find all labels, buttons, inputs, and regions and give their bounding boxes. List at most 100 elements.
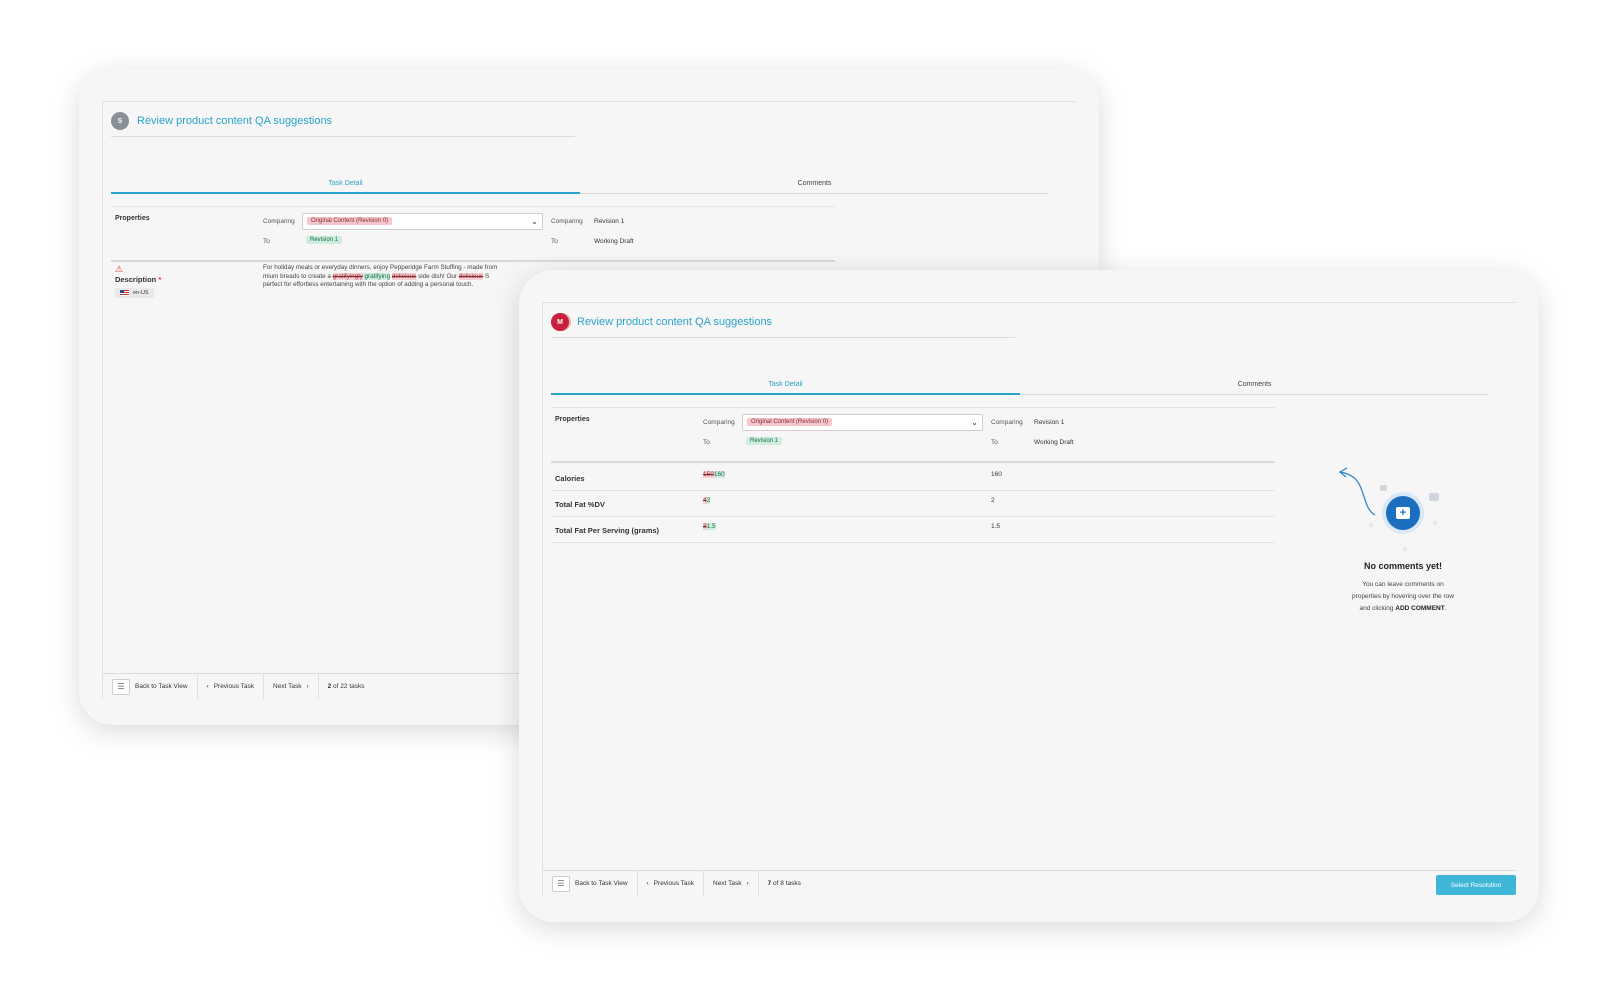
diff-text: S — [483, 272, 490, 280]
empty-title: No comments yet! — [1363, 561, 1443, 571]
previous-task-button[interactable]: ‹ Previous Task — [638, 871, 705, 896]
diff-added: 2 — [706, 497, 711, 504]
chevron-left-icon: ‹ — [206, 683, 209, 690]
compare-to-value: Revision 1 — [746, 437, 783, 445]
diff-text: side dish! Our — [416, 272, 459, 280]
properties-label: Properties — [115, 215, 150, 222]
table-row[interactable]: Total Fat Per Serving (grams) 31.5 1.5 — [551, 517, 1275, 543]
tab-comments[interactable]: Comments — [1020, 381, 1489, 388]
list-icon: ☰ — [552, 875, 570, 892]
task-panel: M Review product content QA suggestions … — [542, 303, 1516, 896]
previous-label: Previous Task — [653, 880, 695, 887]
chevron-down-icon: ⌄ — [971, 418, 978, 427]
right-to-value: Working Draft — [594, 238, 634, 245]
divider — [551, 407, 1275, 408]
property-current: 160 — [991, 471, 1002, 478]
comparing-label: Comparing — [703, 419, 735, 426]
page-title: Review product content QA suggestions — [577, 316, 773, 328]
diff-removed: delicious — [458, 272, 484, 280]
properties-label: Properties — [555, 416, 590, 423]
diff-text: mium breads to create a — [263, 272, 333, 280]
decor-dot — [1433, 521, 1437, 525]
previous-task-button[interactable]: ‹ Previous Task — [198, 674, 265, 699]
empty-line: and clicking ADD COMMENT. — [1333, 603, 1473, 615]
right-to-label: To — [991, 439, 998, 446]
back-label: Back to Task View — [575, 880, 628, 887]
task-count-rest: of 22 tasks — [331, 683, 365, 690]
back-label: Back to Task View — [135, 683, 188, 690]
properties-header: Properties Comparing Original Content (R… — [551, 407, 1275, 463]
task-footer: ☰ Back to Task View ‹ Previous Task Next… — [543, 870, 1516, 896]
properties-header: Properties Comparing Original Content (R… — [111, 206, 835, 262]
description-label-text: Description — [115, 275, 157, 284]
diff-line: perfect for effortless entertaining with… — [263, 281, 474, 288]
back-to-task-view-button[interactable]: ☰ Back to Task View — [543, 871, 638, 896]
property-diff: 31.5 — [703, 523, 716, 530]
compare-from-select[interactable]: Original Content (Revision 0) ⌄ — [742, 414, 983, 431]
diff-added: 160 — [713, 471, 725, 478]
tab-bar: Task Detail Comments — [111, 180, 1049, 194]
divider — [111, 260, 835, 262]
task-window-front: M Review product content QA suggestions … — [519, 270, 1539, 922]
property-diff: 150160 — [703, 471, 725, 478]
tab-comments[interactable]: Comments — [580, 180, 1049, 187]
compare-to-value: Revision 1 — [306, 236, 343, 244]
decor-dot — [1369, 523, 1373, 527]
property-current: 2 — [991, 497, 995, 504]
diff-added: 1.5 — [706, 523, 716, 530]
property-name: Total Fat Per Serving (grams) — [555, 526, 660, 535]
decor-dot — [1403, 547, 1407, 551]
next-task-button[interactable]: Next Task › — [264, 674, 319, 699]
compare-from-select[interactable]: Original Content (Revision 0) ⌄ — [302, 213, 543, 230]
required-mark: * — [158, 275, 162, 284]
comments-illustration: + — [1333, 463, 1473, 553]
empty-line-text: and clicking — [1359, 605, 1396, 612]
tab-task-detail[interactable]: Task Detail — [111, 180, 580, 194]
right-to-label: To — [551, 238, 558, 245]
divider — [111, 206, 835, 207]
curved-arrow-icon — [1338, 467, 1376, 516]
locale-text: en-US — [133, 290, 149, 296]
task-header: M Review product content QA suggestions — [551, 313, 772, 331]
tab-bar: Task Detail Comments — [551, 381, 1489, 395]
empty-period: . — [1444, 605, 1447, 612]
compare-from-value: Original Content (Revision 0) — [747, 418, 833, 426]
next-label: Next Task — [713, 880, 742, 887]
table-row[interactable]: Total Fat %DV 42 2 — [551, 491, 1275, 517]
locale-badge: en-US — [115, 288, 154, 298]
chevron-left-icon: ‹ — [646, 880, 649, 887]
table-row[interactable]: Calories 150160 160 — [551, 465, 1275, 491]
add-comment-icon: + — [1386, 496, 1420, 530]
chat-bubble-icon — [1380, 485, 1387, 491]
property-rows: Calories 150160 160 Total Fat %DV 42 2 T… — [551, 465, 1275, 543]
comments-empty-state: + No comments yet! You can leave comment… — [1333, 463, 1473, 615]
diff-removed: 150 — [703, 471, 714, 478]
task-count: 7 of 8 tasks — [759, 871, 810, 896]
chat-bubble-icon — [1429, 493, 1439, 501]
comparing-label: Comparing — [263, 218, 295, 225]
back-to-task-view-button[interactable]: ☰ Back to Task View — [103, 674, 198, 699]
divider — [551, 461, 1275, 463]
chevron-right-icon: › — [746, 880, 749, 887]
list-icon: ☰ — [112, 678, 130, 695]
previous-label: Previous Task — [213, 683, 255, 690]
add-comment-hint: ADD COMMENT — [1395, 605, 1445, 612]
description-diff: For holiday meals or everyday dinners, e… — [263, 264, 563, 290]
next-task-button[interactable]: Next Task › — [704, 871, 759, 896]
tab-task-detail[interactable]: Task Detail — [551, 381, 1020, 395]
right-comparing-label: Comparing — [551, 218, 583, 225]
right-to-value: Working Draft — [1034, 439, 1074, 446]
avatar: S — [111, 112, 129, 130]
page-title: Review product content QA suggestions — [137, 115, 333, 127]
select-resolution-button[interactable]: Select Resolution — [1436, 875, 1516, 895]
empty-line: properties by hovering over the row — [1352, 593, 1454, 600]
compare-from-value: Original Content (Revision 0) — [307, 217, 393, 225]
property-name: Calories — [555, 474, 585, 483]
diff-removed: delicious — [391, 272, 417, 280]
empty-description: You can leave comments on properties by … — [1333, 579, 1473, 615]
task-count-rest: of 8 tasks — [771, 880, 801, 887]
diff-line: For holiday meals or everyday dinners, e… — [263, 264, 498, 271]
to-label: To — [703, 439, 710, 446]
right-comparing-value: Revision 1 — [594, 218, 625, 225]
avatar: M — [551, 313, 569, 331]
